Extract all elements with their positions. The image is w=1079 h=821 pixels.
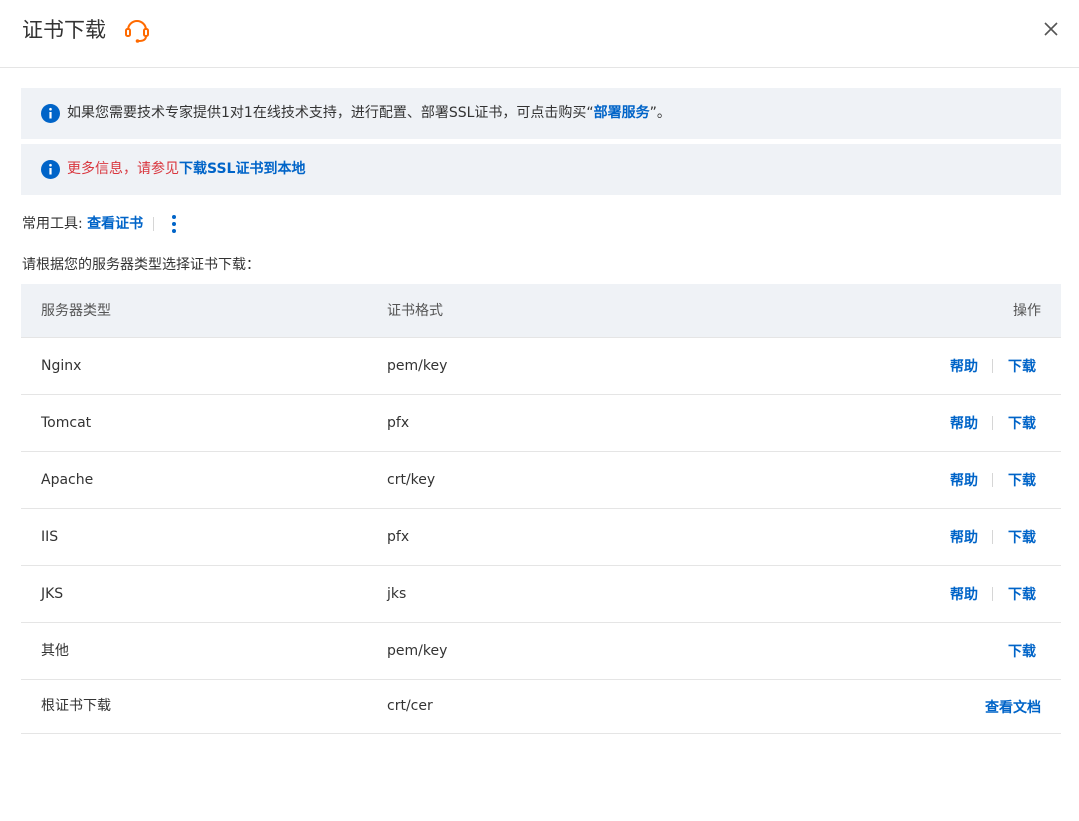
more-info-prefix: 更多信息，请参见 (67, 161, 179, 177)
table-row: Apache crt/key 帮助 下载 (21, 452, 1061, 509)
row-actions: 查看文档 (985, 680, 1041, 733)
table-row: JKS jks 帮助 下载 (21, 566, 1061, 623)
action-divider (992, 587, 993, 601)
row-actions: 帮助 下载 (950, 452, 1036, 508)
download-link[interactable]: 下载 (1008, 641, 1036, 661)
server-type-cell: Apache (41, 472, 94, 488)
table-row: 其他 pem/key 下载 (21, 623, 1061, 680)
server-type-cell: IIS (41, 529, 59, 545)
server-type-cell: 其他 (41, 643, 69, 659)
more-vertical-icon[interactable] (164, 210, 186, 238)
download-link[interactable]: 下载 (1008, 356, 1036, 376)
cert-format-cell: pem/key (387, 643, 448, 659)
server-type-table: 服务器类型 证书格式 操作 Nginx pem/key 帮助 下载 Tomcat … (21, 284, 1061, 734)
server-type-cell: 根证书下载 (41, 698, 111, 714)
view-doc-link[interactable]: 查看文档 (985, 697, 1041, 717)
help-link[interactable]: 帮助 (950, 356, 978, 376)
help-link[interactable]: 帮助 (950, 413, 978, 433)
action-divider (992, 530, 993, 544)
cert-format-cell: pfx (387, 529, 410, 545)
download-ssl-local-link[interactable]: 下载SSL证书到本地 (179, 161, 305, 177)
row-actions: 帮助 下载 (950, 509, 1036, 565)
action-divider (992, 359, 993, 373)
common-tools: 常用工具: 查看证书 (22, 210, 186, 238)
cert-format-cell: crt/key (387, 472, 436, 488)
cert-format-cell: crt/cer (387, 698, 433, 714)
table-row: 根证书下载 crt/cer 查看文档 (21, 680, 1061, 734)
download-link[interactable]: 下载 (1008, 584, 1036, 604)
help-link[interactable]: 帮助 (950, 527, 978, 547)
instruction-text: 请根据您的服务器类型选择证书下载： (22, 257, 260, 273)
server-type-cell: JKS (41, 586, 64, 602)
info-icon (41, 104, 60, 123)
headset-icon[interactable] (122, 15, 152, 45)
deploy-service-link[interactable]: 部署服务 (594, 105, 650, 121)
download-link[interactable]: 下载 (1008, 527, 1036, 547)
table-row: IIS pfx 帮助 下载 (21, 509, 1061, 566)
table-row: Nginx pem/key 帮助 下载 (21, 338, 1061, 395)
more-info-text: 更多信息，请参见下载SSL证书到本地 (67, 144, 305, 195)
help-link[interactable]: 帮助 (950, 470, 978, 490)
tools-divider (153, 217, 155, 231)
dialog-title: 证书下载 (22, 18, 106, 42)
close-icon[interactable] (1038, 16, 1064, 42)
header-actions: 操作 (1013, 303, 1041, 319)
cert-format-cell: pem/key (387, 358, 448, 374)
cert-format-cell: pfx (387, 415, 410, 431)
support-notice-prefix: 如果您需要技术专家提供1对1在线技术支持，进行配置、部署SSL证书，可点击购买“ (67, 105, 594, 121)
download-link[interactable]: 下载 (1008, 413, 1036, 433)
view-certificate-link[interactable]: 查看证书 (87, 216, 143, 232)
support-notice: 如果您需要技术专家提供1对1在线技术支持，进行配置、部署SSL证书，可点击购买“… (21, 88, 1061, 139)
header-server-type: 服务器类型 (41, 303, 111, 319)
info-icon (41, 160, 60, 179)
more-info-notice: 更多信息，请参见下载SSL证书到本地 (21, 144, 1061, 195)
dialog-header: 证书下载 (0, 0, 1079, 68)
server-type-cell: Tomcat (41, 415, 92, 431)
support-notice-suffix: ”。 (649, 105, 671, 121)
table-row: Tomcat pfx 帮助 下载 (21, 395, 1061, 452)
action-divider (992, 473, 993, 487)
download-link[interactable]: 下载 (1008, 470, 1036, 490)
row-actions: 帮助 下载 (950, 338, 1036, 394)
help-link[interactable]: 帮助 (950, 584, 978, 604)
server-type-cell: Nginx (41, 358, 82, 374)
common-tools-label: 常用工具: (22, 216, 83, 232)
row-actions: 帮助 下载 (950, 566, 1036, 622)
table-header: 服务器类型 证书格式 操作 (21, 284, 1061, 338)
action-divider (992, 416, 993, 430)
cert-format-cell: jks (387, 586, 407, 602)
row-actions: 帮助 下载 (950, 395, 1036, 451)
row-actions: 下载 (1008, 623, 1036, 679)
header-cert-format: 证书格式 (387, 303, 443, 319)
support-notice-text: 如果您需要技术专家提供1对1在线技术支持，进行配置、部署SSL证书，可点击购买“… (67, 88, 671, 139)
